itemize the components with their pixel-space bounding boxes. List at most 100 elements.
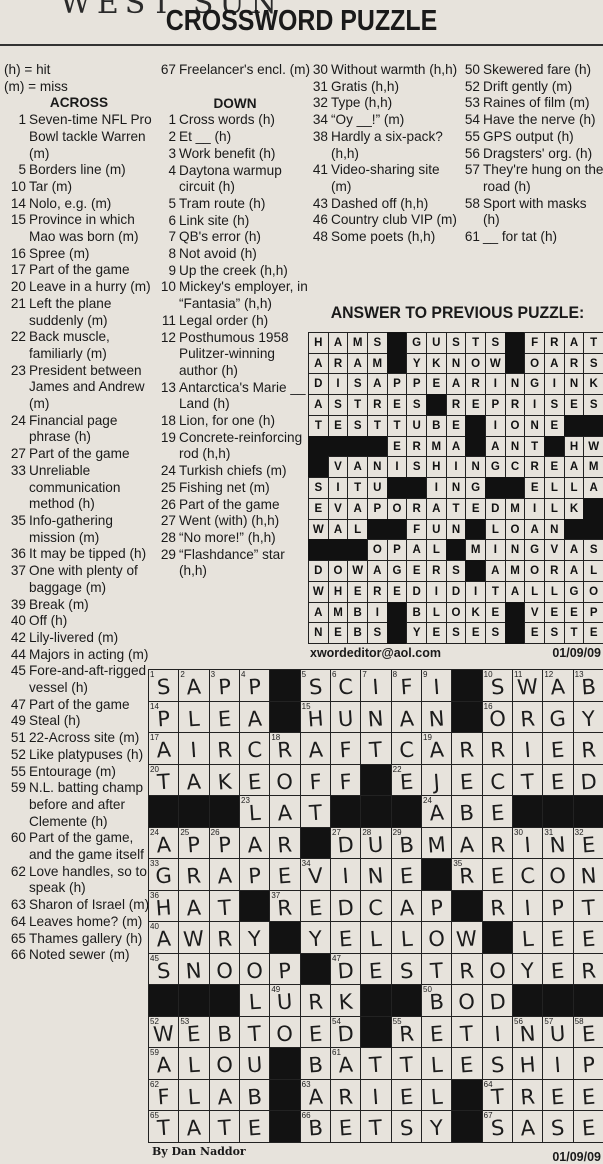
grid-cell[interactable]: 49 U	[269, 984, 301, 1017]
grid-cell[interactable]: A	[208, 858, 240, 891]
grid-cell[interactable]: T	[360, 1047, 392, 1080]
grid-cell[interactable]: 56 N	[512, 1015, 544, 1049]
grid-cell[interactable]: D	[481, 984, 513, 1017]
grid-cell[interactable]: C	[239, 732, 271, 765]
grid-cell[interactable]: E	[390, 858, 422, 891]
grid-cell[interactable]: E	[390, 1078, 422, 1112]
grid-cell[interactable]: R	[269, 826, 301, 860]
grid-cell[interactable]: 28 U	[360, 826, 392, 860]
grid-cell[interactable]: R	[512, 1078, 544, 1112]
grid-cell[interactable]: T	[360, 1110, 392, 1143]
grid-cell[interactable]: O	[481, 952, 513, 986]
grid-cell[interactable]: R	[512, 700, 544, 734]
grid-cell[interactable]: 8F	[390, 669, 422, 702]
grid-cell[interactable]: 18 R	[269, 732, 301, 765]
grid-cell[interactable]: Y	[512, 952, 544, 986]
grid-cell[interactable]: N	[360, 700, 392, 734]
grid-cell[interactable]: H	[512, 1047, 544, 1080]
grid-cell[interactable]: P	[269, 952, 301, 986]
grid-cell[interactable]: 53 E	[178, 1015, 210, 1049]
grid-cell[interactable]: P	[572, 1047, 603, 1080]
grid-cell[interactable]: 31 N	[542, 826, 574, 860]
grid-cell[interactable]: 58 E	[572, 1015, 603, 1049]
grid-cell[interactable]: R	[330, 1078, 362, 1112]
grid-cell[interactable]: E	[421, 1015, 453, 1049]
grid-cell[interactable]: F	[330, 732, 362, 765]
grid-cell[interactable]: E	[239, 1110, 271, 1143]
grid-cell[interactable]: 29 B	[390, 826, 422, 860]
grid-cell[interactable]: O	[208, 952, 240, 986]
grid-cell[interactable]: A	[390, 700, 422, 734]
grid-cell[interactable]: 33 G	[148, 858, 180, 891]
grid-cell[interactable]: E	[542, 1078, 574, 1112]
grid-cell[interactable]: Y	[572, 700, 603, 734]
grid-cell[interactable]: U	[330, 700, 362, 734]
grid-cell[interactable]: 14 P	[148, 700, 180, 734]
grid-cell[interactable]: O	[269, 763, 301, 797]
grid-cell[interactable]: P	[421, 889, 453, 923]
grid-cell[interactable]: E	[572, 921, 603, 954]
grid-cell[interactable]: 45 S	[148, 952, 180, 986]
grid-cell[interactable]: 30 I	[512, 826, 544, 860]
grid-cell[interactable]: A	[269, 795, 301, 828]
grid-cell[interactable]: O	[239, 952, 271, 986]
grid-cell[interactable]: T	[299, 795, 331, 828]
grid-cell[interactable]: E	[330, 921, 362, 954]
grid-cell[interactable]: K	[330, 984, 362, 1017]
grid-cell[interactable]: O	[451, 984, 483, 1017]
grid-cell[interactable]: T	[451, 1015, 483, 1049]
grid-cell[interactable]: L	[390, 921, 422, 954]
grid-cell[interactable]: R	[208, 732, 240, 765]
grid-cell[interactable]: E	[542, 921, 574, 954]
grid-cell[interactable]: N	[421, 700, 453, 734]
grid-cell[interactable]: C	[481, 763, 513, 797]
grid-cell[interactable]: T	[421, 952, 453, 986]
grid-cell[interactable]: 10 S	[481, 669, 513, 702]
grid-cell[interactable]: E	[269, 858, 301, 891]
grid-cell[interactable]: 59 A	[148, 1047, 180, 1080]
grid-cell[interactable]: L	[178, 1047, 210, 1080]
grid-cell[interactable]: L	[178, 700, 210, 734]
grid-cell[interactable]: A	[299, 732, 331, 765]
grid-cell[interactable]: 55 R	[390, 1015, 422, 1049]
grid-cell[interactable]: E	[451, 763, 483, 797]
grid-cell[interactable]: Y	[239, 921, 271, 954]
grid-cell[interactable]: 35 R	[451, 858, 483, 891]
grid-cell[interactable]: E	[299, 889, 331, 923]
grid-cell[interactable]: R	[481, 826, 513, 860]
grid-cell[interactable]: A	[239, 826, 271, 860]
grid-cell[interactable]: E	[208, 700, 240, 734]
grid-cell[interactable]: A	[239, 700, 271, 734]
grid-cell[interactable]: D	[572, 763, 603, 797]
grid-cell[interactable]: C	[390, 732, 422, 765]
grid-cell[interactable]: C	[360, 889, 392, 923]
grid-cell[interactable]: 57 U	[542, 1015, 574, 1049]
grid-cell[interactable]: B	[239, 1078, 271, 1112]
grid-cell[interactable]: 32 E	[572, 826, 603, 860]
grid-cell[interactable]: 27 D	[330, 826, 362, 860]
grid-cell[interactable]: E	[572, 1110, 603, 1143]
grid-cell[interactable]: A	[390, 889, 422, 923]
grid-cell[interactable]: 19 A	[421, 732, 453, 765]
grid-cell[interactable]: F	[330, 763, 362, 797]
grid-cell[interactable]: A	[208, 1078, 240, 1112]
grid-cell[interactable]: 62 F	[148, 1078, 180, 1112]
grid-cell[interactable]: 22 E	[390, 763, 422, 797]
grid-cell[interactable]: 40 A	[148, 921, 180, 954]
grid-cell[interactable]: Y	[421, 1110, 453, 1143]
grid-cell[interactable]: L	[239, 984, 271, 1017]
grid-cell[interactable]: E	[451, 1047, 483, 1080]
grid-cell[interactable]: S	[542, 1110, 574, 1143]
grid-cell[interactable]: 24 A	[421, 795, 453, 828]
grid-cell[interactable]: R	[572, 952, 603, 986]
grid-cell[interactable]: M	[421, 826, 453, 860]
grid-cell[interactable]: I	[481, 1015, 513, 1049]
grid-cell[interactable]: B	[299, 1047, 331, 1080]
grid-cell[interactable]: A	[178, 763, 210, 797]
grid-cell[interactable]: 11 W	[512, 669, 544, 702]
grid-cell[interactable]: A	[451, 826, 483, 860]
grid-cell[interactable]: 1S	[148, 669, 180, 702]
grid-cell[interactable]: T	[572, 889, 603, 923]
grid-cell[interactable]: A	[178, 889, 210, 923]
grid-cell[interactable]: 2A	[178, 669, 210, 702]
